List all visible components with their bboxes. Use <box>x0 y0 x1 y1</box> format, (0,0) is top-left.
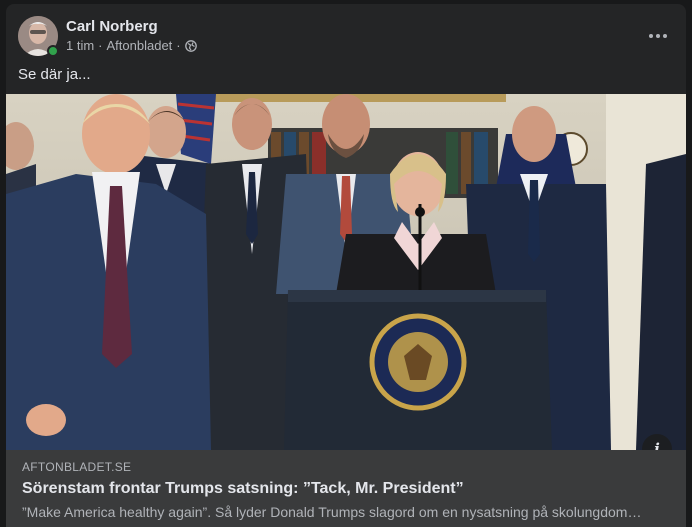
author-avatar[interactable] <box>18 16 59 57</box>
post-text: Se där ja... <box>18 66 91 83</box>
post-source[interactable]: Aftonbladet <box>107 38 173 53</box>
post-meta: 1 tim · Aftonbladet · <box>66 38 197 53</box>
author-name[interactable]: Carl Norberg <box>66 18 158 35</box>
online-status-dot <box>47 45 59 57</box>
meta-separator: · <box>176 38 181 53</box>
link-domain: AFTONBLADET.SE <box>22 460 132 474</box>
post-header: Carl Norberg 1 tim · Aftonbladet · <box>18 16 674 57</box>
link-preview-image[interactable]: S <box>6 94 686 450</box>
post-time[interactable]: 1 tim <box>66 38 94 53</box>
more-options-button[interactable] <box>642 20 674 52</box>
globe-icon[interactable] <box>184 39 197 52</box>
meta-separator: · <box>98 38 103 53</box>
link-preview-card[interactable]: AFTONBLADET.SE Sörenstam frontar Trumps … <box>6 450 686 527</box>
feed-post: Carl Norberg 1 tim · Aftonbladet · Se dä… <box>6 4 686 527</box>
press-conference-photo <box>6 94 686 450</box>
link-headline[interactable]: Sörenstam frontar Trumps satsning: ”Tack… <box>22 480 464 498</box>
link-description: ”Make America healthy again”. Så lyder D… <box>22 504 642 520</box>
more-horizontal-icon <box>649 34 667 38</box>
